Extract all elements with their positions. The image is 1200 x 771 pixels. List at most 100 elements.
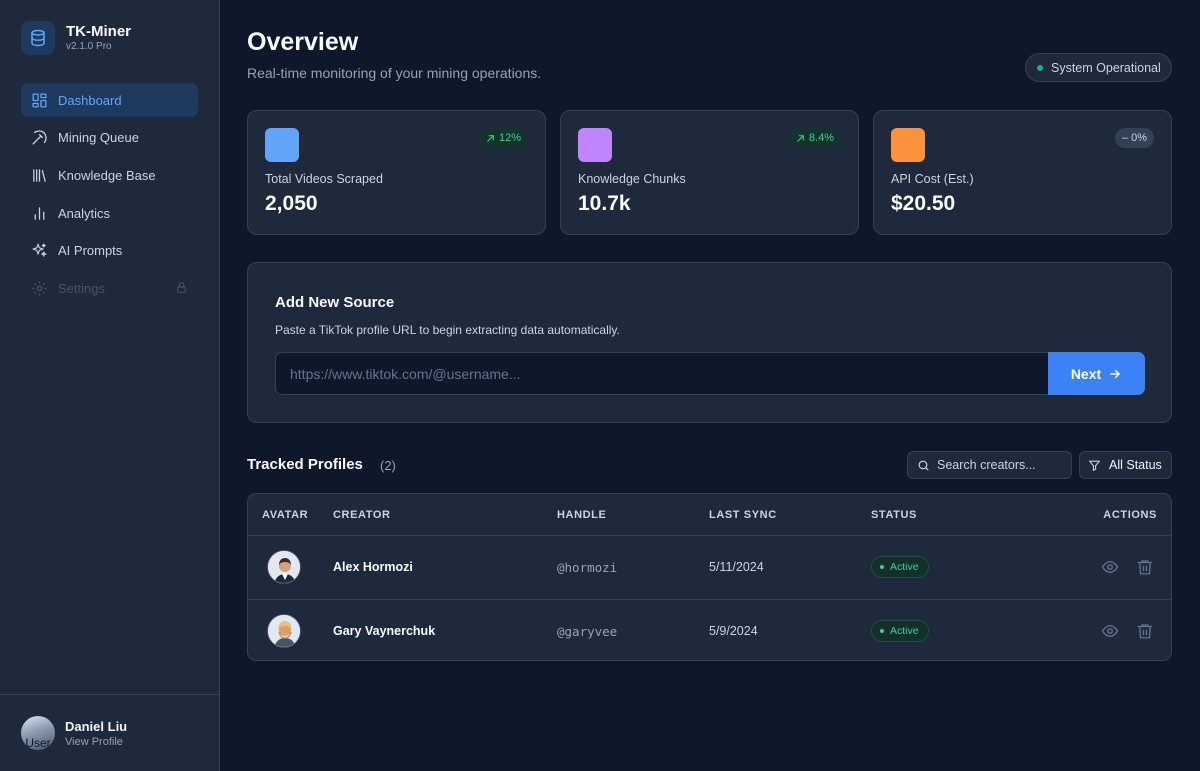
creator-handle: @garyvee [557,624,618,639]
sidebar-item-label: Mining Queue [58,130,139,146]
column-header-actions: ACTIONS [1103,509,1157,521]
app-name: TK-Miner [66,23,131,40]
eye-icon[interactable] [1101,558,1119,576]
eye-icon[interactable] [1101,622,1119,640]
gear-icon [31,280,48,297]
creator-name: Gary Vaynerchuk [333,624,436,638]
stat-value: 10.7k [578,192,631,215]
sidebar-item-mining-queue[interactable]: Mining Queue [21,121,198,155]
status-filter-button[interactable]: All Status [1079,451,1172,479]
chunks-icon [578,128,612,162]
trash-icon[interactable] [1136,622,1154,640]
library-icon [31,167,48,184]
filter-label: All Status [1109,458,1162,472]
table-row[interactable]: Alex Hormozi @hormozi 5/11/2024 Active [248,536,1171,599]
page-title: Overview [247,28,359,56]
search-icon [918,460,929,470]
trend-flat-icon: – [1121,132,1129,144]
sidebar-item-label: Dashboard [58,92,122,108]
creator-name: Alex Hormozi [333,560,413,574]
column-header-avatar: AVATAR [262,509,309,521]
page-subtitle: Real-time monitoring of your mining oper… [247,65,542,81]
filter-icon [1089,460,1100,471]
sparkles-icon [31,242,48,259]
tracked-profiles-title: Tracked Profiles [247,456,363,473]
dashboard-icon [31,92,48,109]
pickaxe-icon [31,129,48,146]
trash-icon[interactable] [1136,558,1154,576]
url-input[interactable] [275,352,1049,395]
trend-badge: 12% [477,128,528,148]
user-name: Daniel Liu [65,719,128,734]
last-sync: 5/9/2024 [709,624,758,638]
avatar [267,614,301,648]
trend-up-icon [797,134,804,142]
table-row[interactable]: Gary Vaynerchuk @garyvee 5/9/2024 Active [248,599,1171,660]
arrow-right-icon [1110,369,1120,378]
sidebar-item-knowledge-base[interactable]: Knowledge Base [21,158,198,192]
person-avatar-icon [268,551,300,583]
cost-icon [891,128,925,162]
status-dot-icon [880,629,884,633]
sidebar-item-label: Analytics [58,205,111,221]
sidebar-item-settings: Settings [21,271,198,305]
status-badge: System Operational [1025,53,1172,82]
sidebar-item-label: Settings [58,280,105,296]
creator-handle: @hormozi [557,560,618,575]
sidebar-item-ai-prompts[interactable]: AI Prompts [21,234,198,268]
status-text: System Operational [1051,60,1161,75]
trend-value: 0% [1131,132,1147,144]
search-input[interactable] [937,458,1067,472]
sidebar-item-label: Knowledge Base [58,167,156,183]
trend-value: 8.4% [808,132,834,144]
status-dot-icon [880,565,884,569]
brand[interactable]: TK-Miner v2.1.0 Pro [21,21,131,55]
stat-label: API Cost (Est.) [891,172,974,186]
sidebar-item-dashboard[interactable]: Dashboard [21,83,198,117]
status-badge: Active [871,620,929,642]
sidebar-item-label: AI Prompts [58,243,123,259]
user-profile[interactable]: User Daniel Liu View Profile [0,694,219,771]
stat-label: Total Videos Scraped [265,172,383,186]
status-badge: Active [871,556,929,578]
sidebar-nav: Dashboard Mining Queue Knowledge Base An… [21,83,198,309]
lock-icon [175,281,188,294]
avatar: User [21,716,55,750]
profiles-table: AVATAR CREATOR HANDLE LAST SYNC STATUS A… [247,493,1172,661]
stat-label: Knowledge Chunks [578,172,686,186]
view-profile-link[interactable]: View Profile [65,736,123,748]
sidebar-item-analytics[interactable]: Analytics [21,196,198,230]
add-source-panel: Add New Source Paste a TikTok profile UR… [247,262,1172,423]
app-version: v2.1.0 Pro [66,41,112,52]
search-box[interactable] [907,451,1072,479]
status-text: Active [890,625,919,637]
column-header-handle[interactable]: HANDLE [557,509,606,521]
stat-card-api-cost: – 0% API Cost (Est.) $20.50 [873,110,1172,235]
add-source-title: Add New Source [275,294,395,311]
stat-card-videos: 12% Total Videos Scraped 2,050 [247,110,546,235]
trend-value: 12% [498,132,521,144]
status-dot-icon [1037,64,1043,71]
column-header-creator[interactable]: CREATOR [333,509,391,521]
last-sync: 5/11/2024 [709,560,764,574]
table-header: AVATAR CREATOR HANDLE LAST SYNC STATUS A… [248,494,1171,536]
trend-badge: – 0% [1114,128,1154,148]
bar-chart-icon [31,205,48,222]
stat-card-chunks: 8.4% Knowledge Chunks 10.7k [560,110,859,235]
trend-up-icon [487,134,494,142]
videos-icon [265,128,299,162]
stat-value: 2,050 [265,192,318,215]
next-button-label: Next [1070,365,1102,382]
status-text: Active [890,561,919,573]
stat-value: $20.50 [891,192,956,215]
column-header-status[interactable]: STATUS [871,509,917,521]
column-header-last-sync[interactable]: LAST SYNC [709,509,777,521]
next-button[interactable]: Next [1048,352,1145,395]
database-icon [21,21,55,55]
add-source-description: Paste a TikTok profile URL to begin extr… [275,323,620,337]
profile-count: (2) [380,458,396,473]
avatar [267,550,301,584]
sidebar: TK-Miner v2.1.0 Pro Dashboard Mining Que… [0,0,220,771]
person-avatar-icon [268,615,300,647]
trend-badge: 8.4% [787,128,841,148]
